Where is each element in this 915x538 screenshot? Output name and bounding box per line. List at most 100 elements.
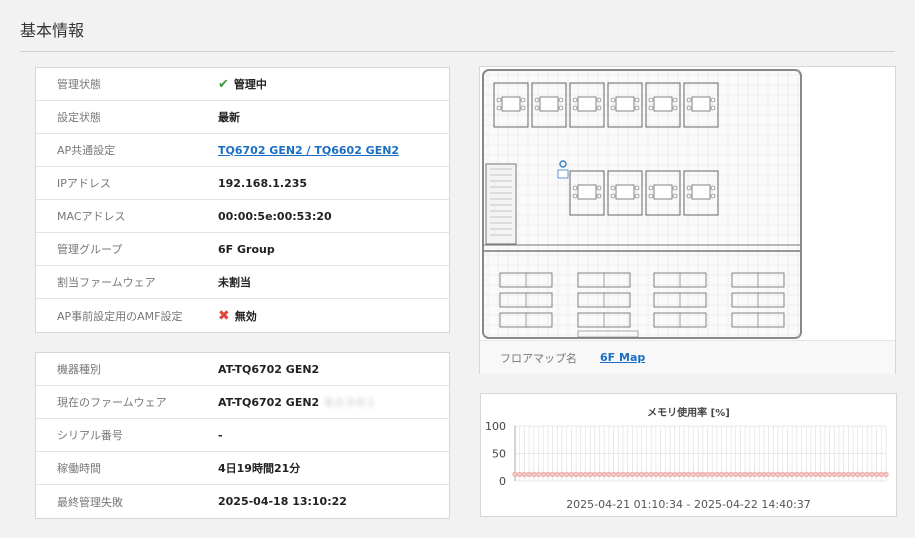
row-label: 最終管理失敗 [57,495,123,509]
data-point [629,471,635,478]
data-point [883,471,889,478]
y-tick-label: 0 [499,475,506,488]
page-title: 基本情報 [20,21,85,40]
data-point [728,471,734,478]
data-point [672,471,678,478]
data-point [662,471,668,478]
row-value: 未割当 [218,274,251,290]
config-link[interactable]: TQ6702 GEN2 / TQ6602 GEN2 [218,144,399,157]
row-label: 割当ファームウェア [57,276,156,289]
row-value: 4日19時間21分 [218,460,300,476]
data-point [784,471,791,478]
table-row: シリアル番号 - [36,419,449,452]
title-divider [20,51,895,52]
row-value: 00:00:5e:00:53:20 [218,210,332,223]
table-row: 現在のファームウェア AT-TQ6702 GEN2 8.0.3-0.1 [36,386,449,419]
data-point [817,471,823,478]
data-point [578,471,584,478]
data-point [643,471,650,478]
data-point [512,471,518,478]
data-point [723,471,729,478]
data-point [751,471,758,478]
value-text: 最新 [218,111,240,124]
table-row: 機器種別 AT-TQ6702 GEN2 [36,353,449,386]
data-point [606,471,612,478]
data-point [554,471,560,478]
table-row: AP事前設定用のAMF設定 ✖ 無効 [36,299,449,332]
data-point [521,471,528,478]
value-text: 管理中 [233,78,267,91]
data-point [517,471,523,478]
data-point [639,471,645,478]
row-label: 設定状態 [57,111,101,124]
data-point [808,471,814,478]
data-point [864,471,870,478]
floor-map-link[interactable]: 6F Map [600,351,645,364]
value-text: 無効 [234,309,257,323]
data-point [634,471,640,478]
value-text: 6F Group [218,242,275,256]
row-label: シリアル番号 [57,429,123,442]
data-point [667,471,673,478]
data-point [700,471,706,478]
row-label: IPアドレス [57,177,111,190]
floor-map-image[interactable] [482,69,802,339]
data-point [582,471,588,478]
data-point [850,471,856,478]
row-value: ✖ 無効 [218,308,257,324]
data-point [733,471,739,478]
table-row: 設定状態 最新 [36,101,449,134]
row-value: TQ6702 GEN2 / TQ6602 GEN2 [218,144,399,157]
value-text: AT-TQ6702 GEN2 [218,395,320,409]
data-point [676,471,682,478]
row-value: - [218,429,223,442]
data-point [709,471,715,478]
data-point [540,471,546,478]
data-point [592,471,598,478]
value-text: 00:00:5e:00:53:20 [218,209,332,223]
device-table: 機器種別 AT-TQ6702 GEN2 現在のファームウェア AT-TQ6702 GE… [35,352,450,519]
row-label: 管理グループ [57,243,123,256]
data-point [789,471,795,478]
data-point [770,471,776,478]
value-text: 192.168.1.235 [218,176,308,190]
table-row: IPアドレス 192.168.1.235 [36,167,449,200]
row-label: 稼働時間 [57,462,101,475]
data-point [625,471,631,478]
data-point [742,471,748,478]
data-point [855,471,861,478]
data-point [545,471,551,478]
data-point [587,471,593,478]
value-text: 2025-04-18 13:10:22 [218,495,347,508]
data-point [747,471,753,478]
data-point [695,471,701,478]
memory-chart-panel: メモリ使用率 [%] 0 50 100 2025-04-21 01:10:34 - … [480,393,897,517]
data-point [775,471,781,478]
data-point [568,471,574,478]
table-row: MACアドレス 00:00:5e:00:53:20 [36,200,449,233]
data-point [648,471,654,478]
table-row: 管理グループ 6F Group [36,233,449,266]
data-point [596,471,603,478]
floor-map-panel: フロアマップ名 6F Map [479,66,896,374]
data-point [803,471,809,478]
data-point [704,471,711,478]
y-tick-label: 50 [492,448,506,461]
data-point [761,471,767,478]
row-value: 最新 [218,109,240,125]
row-value: 192.168.1.235 [218,177,307,190]
data-point [549,471,556,478]
row-label: 機器種別 [57,363,101,376]
data-point [756,471,762,478]
cross-icon: ✖ [218,307,230,324]
value-text: 未割当 [218,276,251,289]
row-value: ✔ 管理中 [218,76,267,92]
data-point [526,471,532,478]
data-point [714,471,720,478]
row-value: 6F Group [218,243,275,256]
data-point [564,471,570,478]
data-point [620,471,626,478]
y-tick-label: 100 [485,420,506,433]
table-row: 稼働時間 4日19時間21分 [36,452,449,485]
data-point [859,471,866,478]
